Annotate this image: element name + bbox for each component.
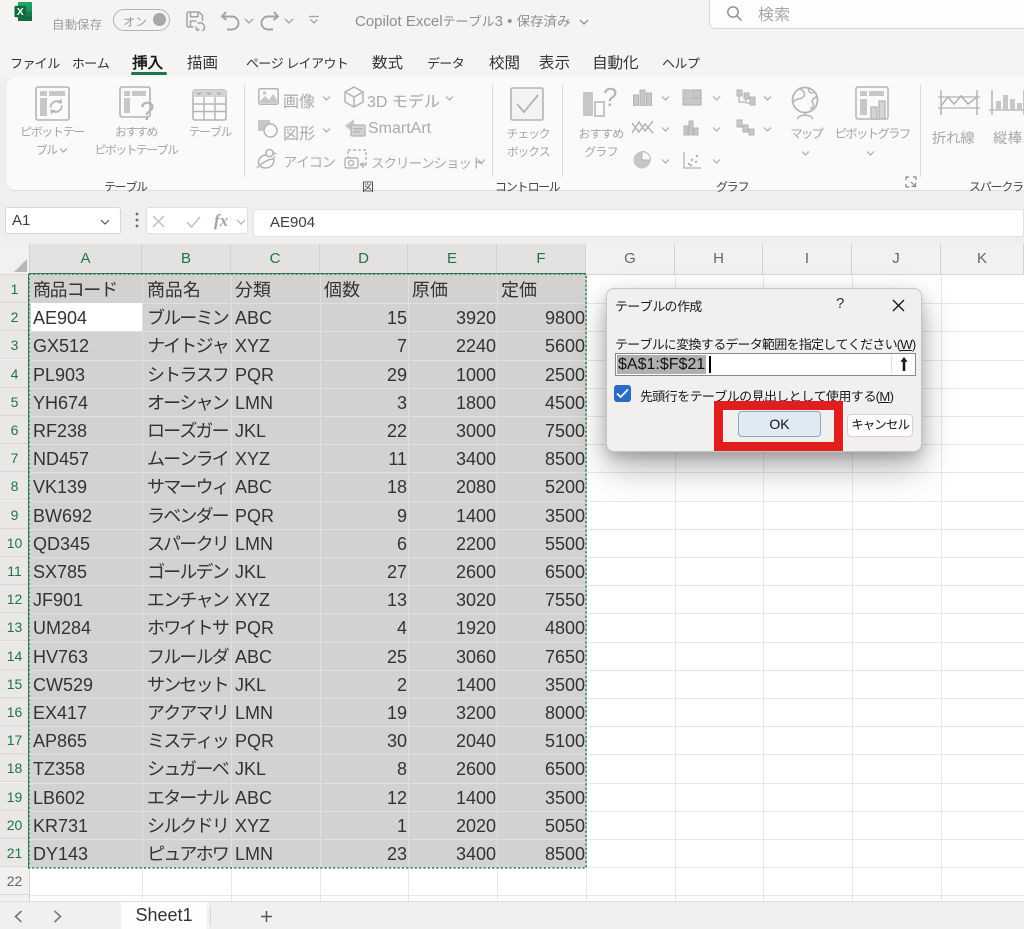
svg-text:?: ? bbox=[603, 86, 617, 112]
svg-text:X: X bbox=[17, 6, 24, 18]
svg-text:?: ? bbox=[140, 96, 154, 121]
